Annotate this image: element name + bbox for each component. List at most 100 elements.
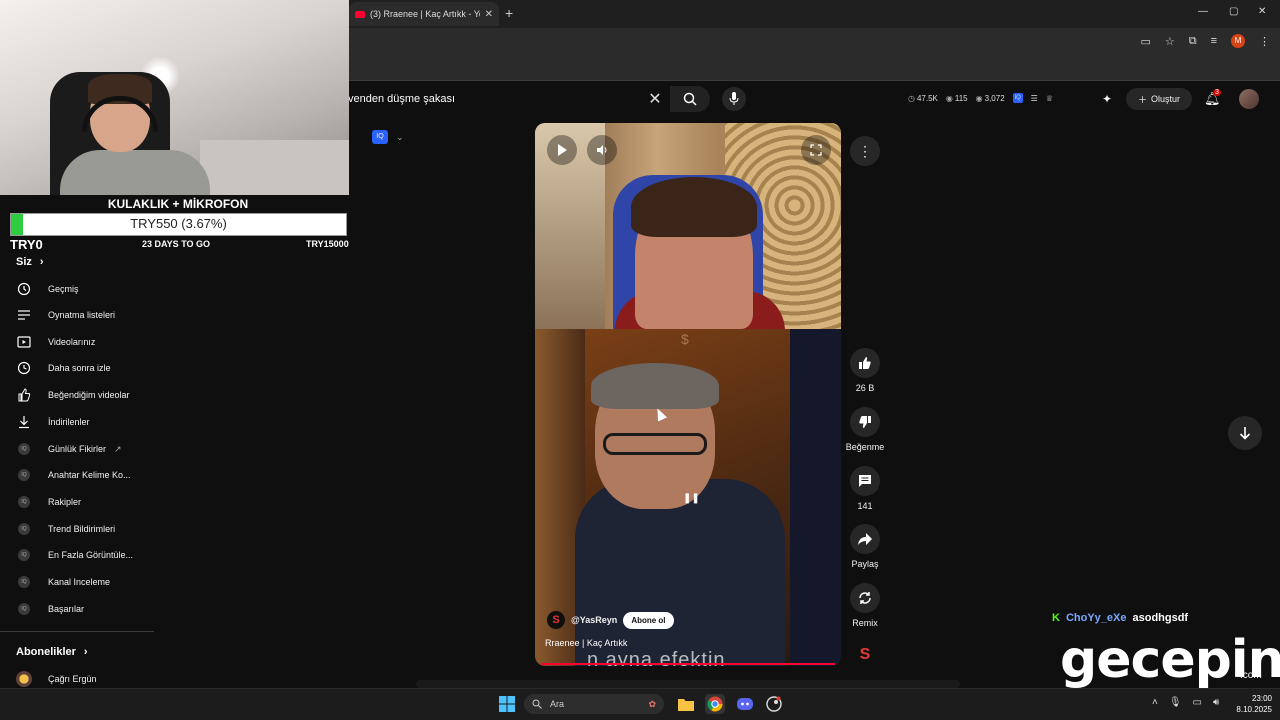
- sidebar-item-keyword-tool[interactable]: IQ Anahtar Kelime Ko...: [16, 462, 156, 488]
- volume-icon[interactable]: 🔊︎: [1213, 697, 1219, 708]
- chrome-icon[interactable]: [705, 694, 725, 714]
- glasses: [603, 433, 707, 455]
- vidiq-dot-label: IQ: [18, 469, 30, 481]
- chevron-right-icon: ›: [39, 256, 44, 268]
- sidebar-item-label: Çağrı Ergün: [48, 674, 97, 684]
- extensions-icon[interactable]: ⧉: [1189, 35, 1197, 48]
- system-tray: ˄ 🎙︎ ▭ 🔊︎: [1152, 697, 1219, 708]
- sidebar-item-achievements[interactable]: IQ Başarılar: [16, 596, 156, 622]
- account-avatar[interactable]: [1239, 89, 1259, 109]
- sidebar-subscriptions-header[interactable]: Abonelikler ›: [16, 646, 88, 658]
- minimize-button[interactable]: —: [1198, 6, 1208, 17]
- trophy-icon[interactable]: ♕: [1046, 94, 1053, 103]
- taskbar-clock[interactable]: 23:00 8.10.2025: [1230, 693, 1272, 715]
- browser-tab[interactable]: (3) Rraenee | Kaç Artıkk - YouTube ✕: [349, 2, 499, 26]
- sidebar-item-your-videos[interactable]: Videolarınız: [16, 329, 156, 355]
- video-title[interactable]: Rraenee | Kaç Artıkk: [545, 638, 627, 648]
- sidebar-item-watch-later[interactable]: Daha sonra izle: [16, 355, 156, 381]
- channel-handle[interactable]: @YasReyn: [571, 615, 617, 625]
- donation-goal-title: KULAKLIK + MİKROFON: [107, 197, 249, 211]
- sidebar-item-daily-ideas[interactable]: IQ Günlük Fikirler ↗: [16, 436, 156, 462]
- download-icon: [16, 414, 32, 430]
- sidebar-item-competitors[interactable]: IQ Rakipler: [16, 489, 156, 515]
- avatar: [16, 671, 32, 687]
- close-window-button[interactable]: ✕: [1258, 6, 1266, 17]
- share-button[interactable]: Paylaş: [842, 524, 888, 569]
- vidiq-dot-label: IQ: [18, 603, 30, 615]
- subscribe-button[interactable]: Abone ol: [623, 611, 674, 629]
- next-video-button[interactable]: [1228, 416, 1262, 450]
- search-button[interactable]: [670, 86, 710, 112]
- audio-source-thumbnail[interactable]: S: [852, 642, 878, 668]
- chevron-up-icon[interactable]: ˄: [1152, 697, 1158, 708]
- person-hair: [631, 177, 757, 237]
- file-explorer-icon[interactable]: [676, 694, 696, 714]
- new-tab-button[interactable]: +: [505, 5, 513, 21]
- video-progress-bar[interactable]: [541, 663, 835, 665]
- shorts-player[interactable]: $ ❚❚ S @YasReyn Abone ol Rraenee | Kaç A…: [535, 123, 841, 666]
- sidebar-item-trend-alerts[interactable]: IQ Trend Bildirimleri: [16, 516, 156, 542]
- play-button[interactable]: [547, 135, 577, 165]
- media-control-icon[interactable]: ≡: [1211, 35, 1217, 47]
- sidebar-item-playlists[interactable]: Oynatma listeleri: [16, 302, 156, 328]
- remix-label: Remix: [852, 618, 878, 628]
- dislike-button[interactable]: Beğenme: [842, 407, 888, 452]
- vidiq-badge[interactable]: IQ: [1012, 93, 1023, 103]
- sidebar-you-header[interactable]: Siz ›: [16, 256, 44, 268]
- fullscreen-button[interactable]: [801, 135, 831, 165]
- comments-button[interactable]: 141: [842, 466, 888, 511]
- views-stat: ◉ 115: [945, 93, 968, 103]
- create-label: Oluştur: [1151, 94, 1181, 104]
- profile-avatar[interactable]: M: [1231, 34, 1245, 48]
- chevron-down-icon: ⌄: [396, 131, 404, 142]
- taskbar-search[interactable]: Ara ✿: [524, 694, 664, 714]
- vidiq-icon: IQ: [16, 494, 32, 510]
- windows-start-button[interactable]: [497, 694, 517, 714]
- donation-goal-days: 23 DAYS TO GO: [142, 239, 211, 249]
- sidebar-item-label: Geçmiş: [48, 284, 79, 294]
- maximize-button[interactable]: ▢: [1229, 6, 1238, 17]
- cast-icon[interactable]: ▭: [1140, 35, 1150, 48]
- network-icon[interactable]: ▭: [1193, 697, 1202, 708]
- sidebar-item-history[interactable]: Geçmiş: [16, 276, 156, 302]
- vidiq-panel-toggle[interactable]: IQ ⌄: [372, 130, 404, 144]
- video-icon: [16, 334, 32, 350]
- vidiq-icon: IQ: [16, 467, 32, 483]
- steam-icon[interactable]: [764, 694, 784, 714]
- sidebar-item-label: En Fazla Görüntüle...: [48, 550, 134, 560]
- playlist-icon: [16, 307, 32, 323]
- search-box[interactable]: venden düşme şakası ✕: [340, 86, 710, 112]
- vidiq-dot-label: IQ: [18, 523, 30, 535]
- more-options-button[interactable]: ⋮: [850, 136, 880, 166]
- remix-button[interactable]: Remix: [842, 583, 888, 628]
- tab-close-icon[interactable]: ✕: [485, 9, 493, 20]
- sidebar-item-label: Başarılar: [48, 604, 85, 614]
- search-clear-icon[interactable]: ✕: [640, 89, 670, 109]
- dislike-label: Beğenme: [845, 442, 885, 452]
- vidiq-menu-icon[interactable]: ☰: [1031, 94, 1038, 103]
- discord-icon[interactable]: [735, 694, 755, 714]
- create-button[interactable]: ＋ Oluştur: [1126, 88, 1192, 110]
- browser-menu-icon[interactable]: ⋮: [1259, 35, 1270, 48]
- remix-icon: [850, 583, 880, 613]
- sidebar-item-downloads[interactable]: İndirilenler: [16, 409, 156, 435]
- sidebar-item-liked-videos[interactable]: Beğendiğim videolar: [16, 382, 156, 408]
- channel-avatar[interactable]: S: [547, 611, 565, 629]
- horizontal-scrollbar[interactable]: [416, 680, 960, 688]
- sidebar-item-label: Beğendiğim videolar: [48, 390, 130, 400]
- ai-assistant-icon[interactable]: ✦: [1102, 92, 1112, 106]
- microphone-icon[interactable]: 🎙︎: [1169, 697, 1182, 708]
- subscribers-stat: ◉ 3,072: [975, 93, 1005, 103]
- notification-count-badge: 3: [1213, 89, 1221, 96]
- tab-title: (3) Rraenee | Kaç Artıkk - YouTube: [370, 9, 480, 19]
- vidiq-stats: ◷ 47.5K ◉ 115 ◉ 3,072 IQ ☰ ♕: [908, 93, 1053, 103]
- history-icon: [16, 281, 32, 297]
- bookmark-star-icon[interactable]: ☆: [1165, 35, 1175, 48]
- sidebar-item-channel-audit[interactable]: IQ Kanal Inceleme: [16, 569, 156, 595]
- sidebar-item-most-viewed[interactable]: IQ En Fazla Görüntüle...: [16, 542, 156, 568]
- search-highlight-icon: ✿: [648, 698, 656, 709]
- search-input[interactable]: venden düşme şakası: [340, 93, 640, 105]
- volume-button[interactable]: [587, 135, 617, 165]
- like-button[interactable]: 26 B: [842, 348, 888, 393]
- voice-search-button[interactable]: [722, 87, 746, 111]
